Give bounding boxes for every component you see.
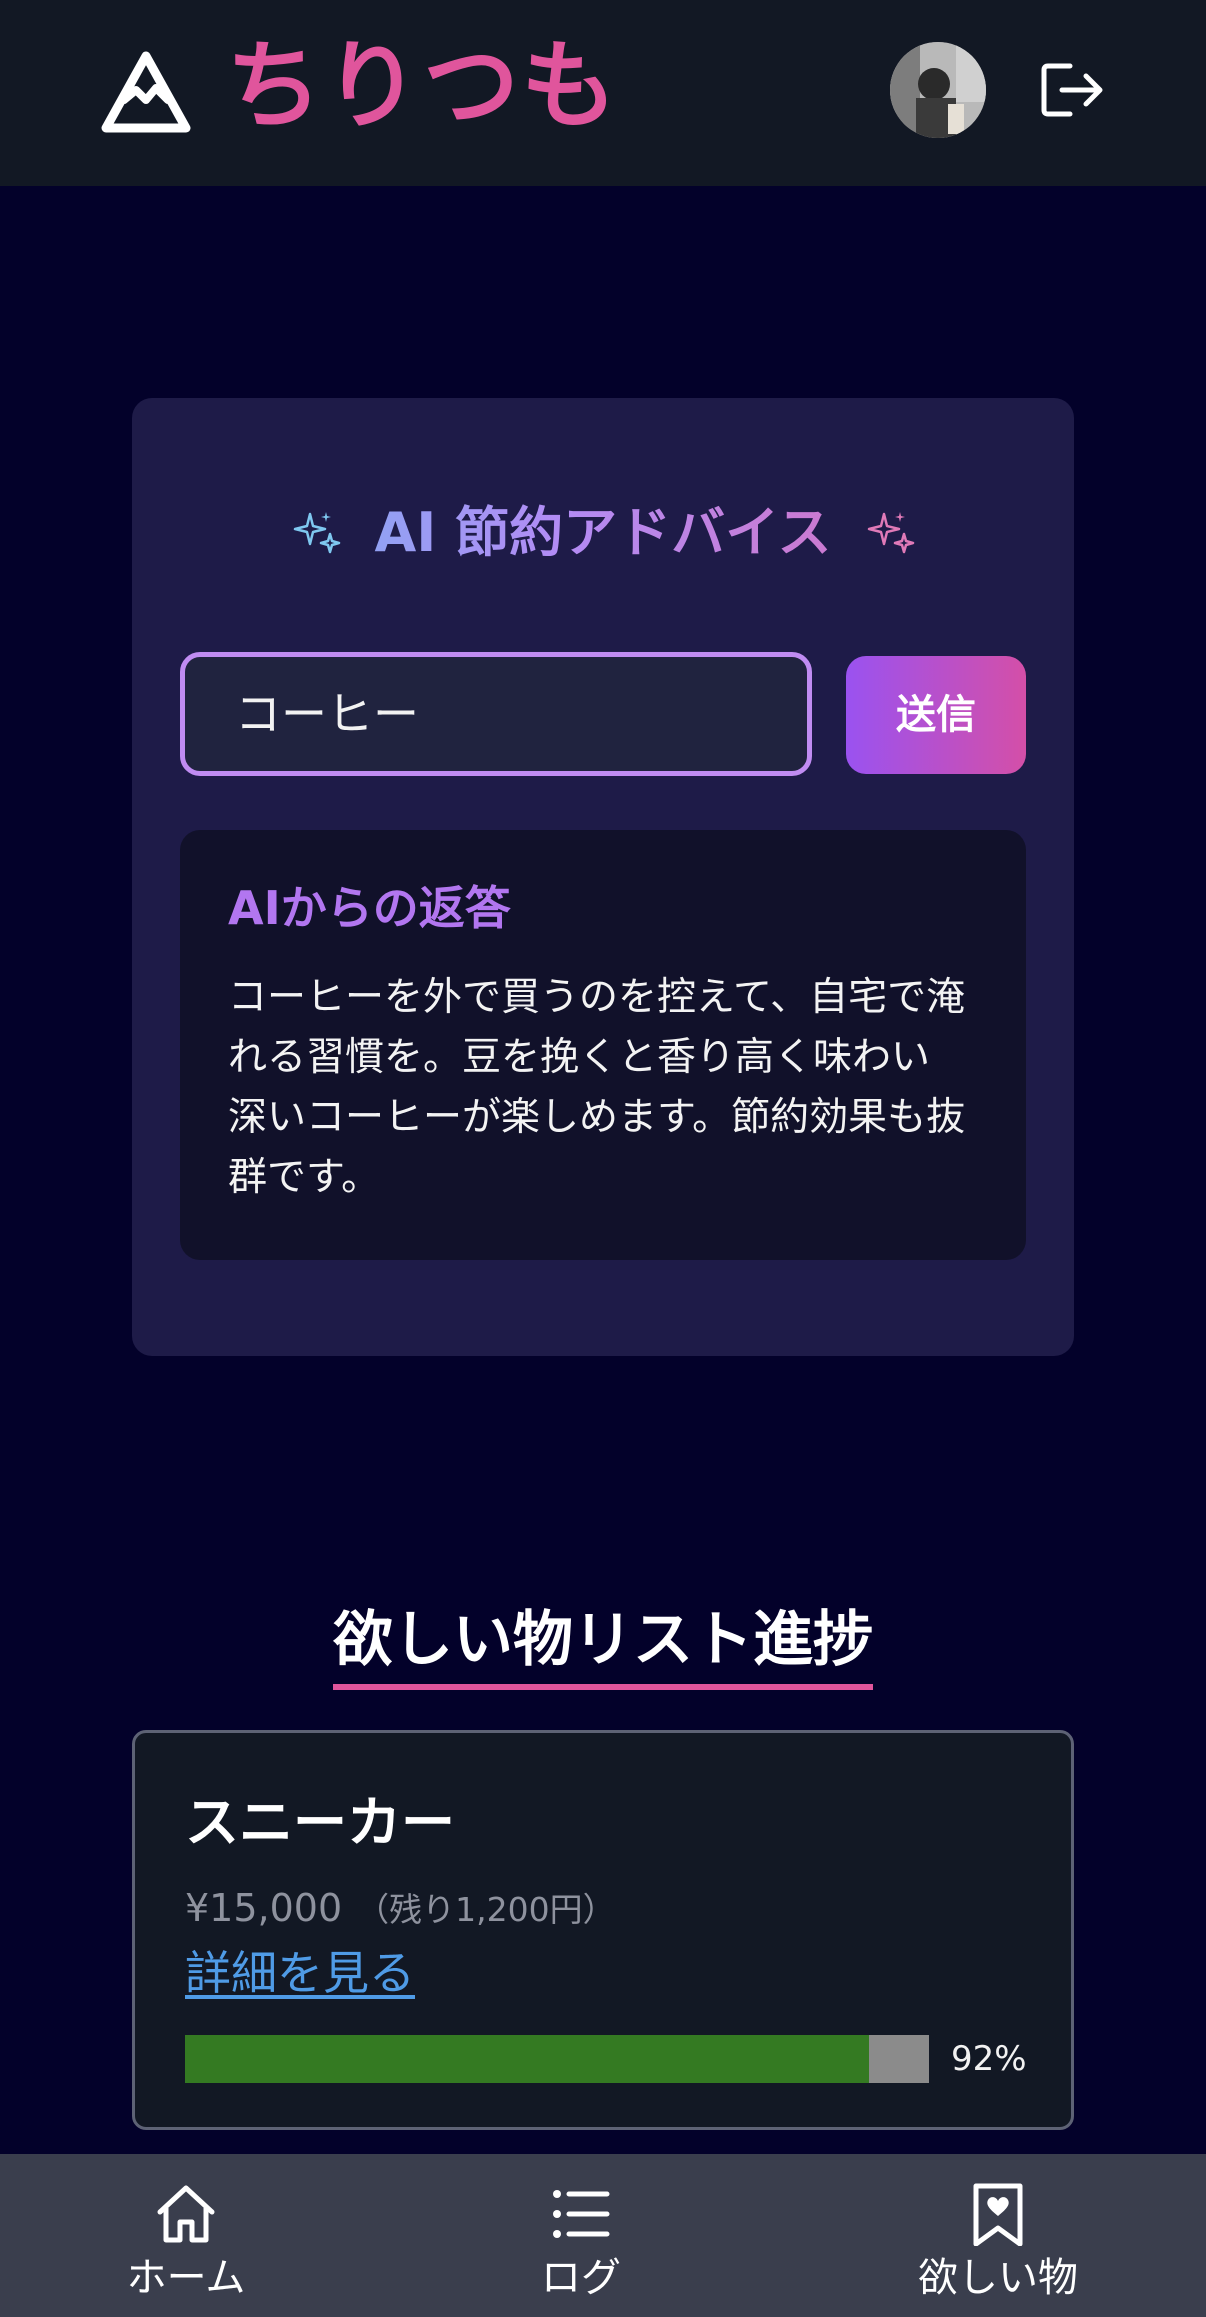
wishlist-heading: 欲しい物リスト進捗 [0, 1602, 1206, 1690]
mountain-logo-icon [101, 51, 191, 133]
nav-item-home[interactable]: ホーム [56, 2154, 316, 2317]
ai-title-row: AI 節約アドバイス [132, 498, 1074, 568]
wishlist-item-remaining: （残り1,200円） [356, 1890, 616, 1929]
wishlist-item-name: スニーカー [185, 1791, 455, 1854]
nav-label-log: ログ [541, 2255, 621, 2301]
bottom-nav: ホーム ログ 欲しい物 [0, 2154, 1206, 2317]
home-icon [157, 2185, 215, 2243]
wishlist-heading-text: 欲しい物リスト進捗 [333, 1602, 873, 1690]
ai-advice-card: AI 節約アドバイス コーヒー 送信 AIからの返答 コーヒーを外で買うのを控え… [132, 398, 1074, 1356]
ai-response-box: AIからの返答 コーヒーを外で買うのを控えて、自宅で淹れる習慣を。豆を挽くと香り… [180, 830, 1026, 1260]
ai-response-text: コーヒーを外で買うのを控えて、自宅で淹れる習慣を。豆を挽くと香り高く味わい深いコ… [228, 975, 966, 1200]
send-button[interactable]: 送信 [846, 656, 1026, 774]
header: ちりつも [0, 0, 1206, 186]
ai-advice-title: AI 節約アドバイス [132, 498, 1074, 568]
progress-percent: 92% [951, 2039, 1027, 2079]
app-title: ちりつも [226, 30, 619, 142]
nav-label-home: ホーム [126, 2255, 246, 2301]
wishlist-item-price-row: ¥15,000 （残り1,200円） [185, 1883, 616, 1935]
list-icon [553, 2190, 610, 2238]
progress-bar [185, 2035, 929, 2083]
wishlist-item-card: スニーカー ¥15,000 （残り1,200円） 詳細を見る 92% [132, 1730, 1074, 2130]
avatar[interactable] [890, 42, 986, 138]
ai-response-label: AIからの返答 [228, 881, 511, 935]
nav-label-wishlist: 欲しい物 [918, 2255, 1078, 2301]
nav-item-wishlist[interactable]: 欲しい物 [868, 2154, 1128, 2317]
progress-bar-fill [185, 2035, 870, 2083]
advice-input[interactable]: コーヒー [180, 652, 812, 776]
wishlist-item-price: ¥15,000 [185, 1886, 343, 1930]
nav-item-log[interactable]: ログ [451, 2154, 711, 2317]
sparkles-icon [867, 512, 915, 554]
logout-icon[interactable] [1040, 62, 1104, 118]
bookmark-heart-icon [973, 2183, 1023, 2246]
view-details-link[interactable]: 詳細を見る [185, 1943, 415, 2003]
